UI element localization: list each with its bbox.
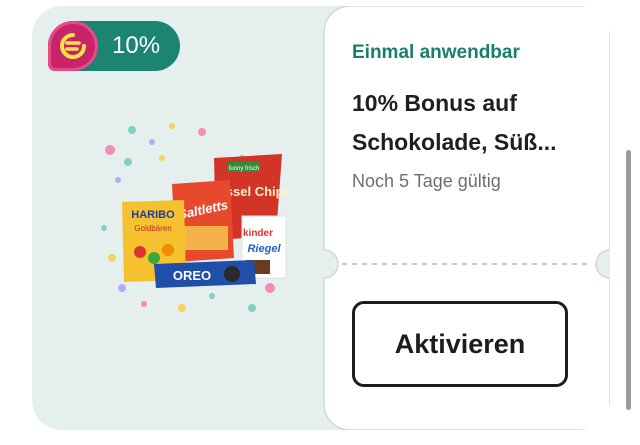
validity-text: Noch 5 Tage gültig xyxy=(352,171,501,191)
discount-badge: 10% xyxy=(48,21,180,71)
product-text-riegel: Riegel xyxy=(247,243,281,255)
activate-button[interactable]: Aktivieren xyxy=(352,301,568,387)
rewards-logo-icon xyxy=(48,21,98,71)
product-text-goldbaeren: Goldbären xyxy=(134,224,171,233)
product-text-haribo: HARIBO xyxy=(131,209,175,221)
oreo-pack: OREO xyxy=(154,260,256,288)
offer-title: 10% Bonus auf Schokolade, Süß... xyxy=(352,84,592,162)
sweets-snacks-illustration: funny frisch Kessel Chips Saltletts HARI… xyxy=(101,123,291,312)
offer-title-line2: Schokolade, Süß... xyxy=(352,129,557,155)
offer-card: 10% funny frisch Kessel Chips Saltletts … xyxy=(32,6,610,430)
product-text-kinder: kinder xyxy=(243,228,273,239)
offer-title-line1: 10% Bonus auf xyxy=(352,90,517,116)
product-text-funny: funny frisch xyxy=(229,166,260,172)
offer-ticket: Einmal anwendbar 10% Bonus auf Schokolad… xyxy=(320,6,610,430)
applicability-label: Einmal anwendbar xyxy=(352,42,520,63)
discount-percentage: 10% xyxy=(112,32,161,59)
product-text-oreo: OREO xyxy=(173,268,211,283)
scrollbar[interactable] xyxy=(626,150,631,410)
